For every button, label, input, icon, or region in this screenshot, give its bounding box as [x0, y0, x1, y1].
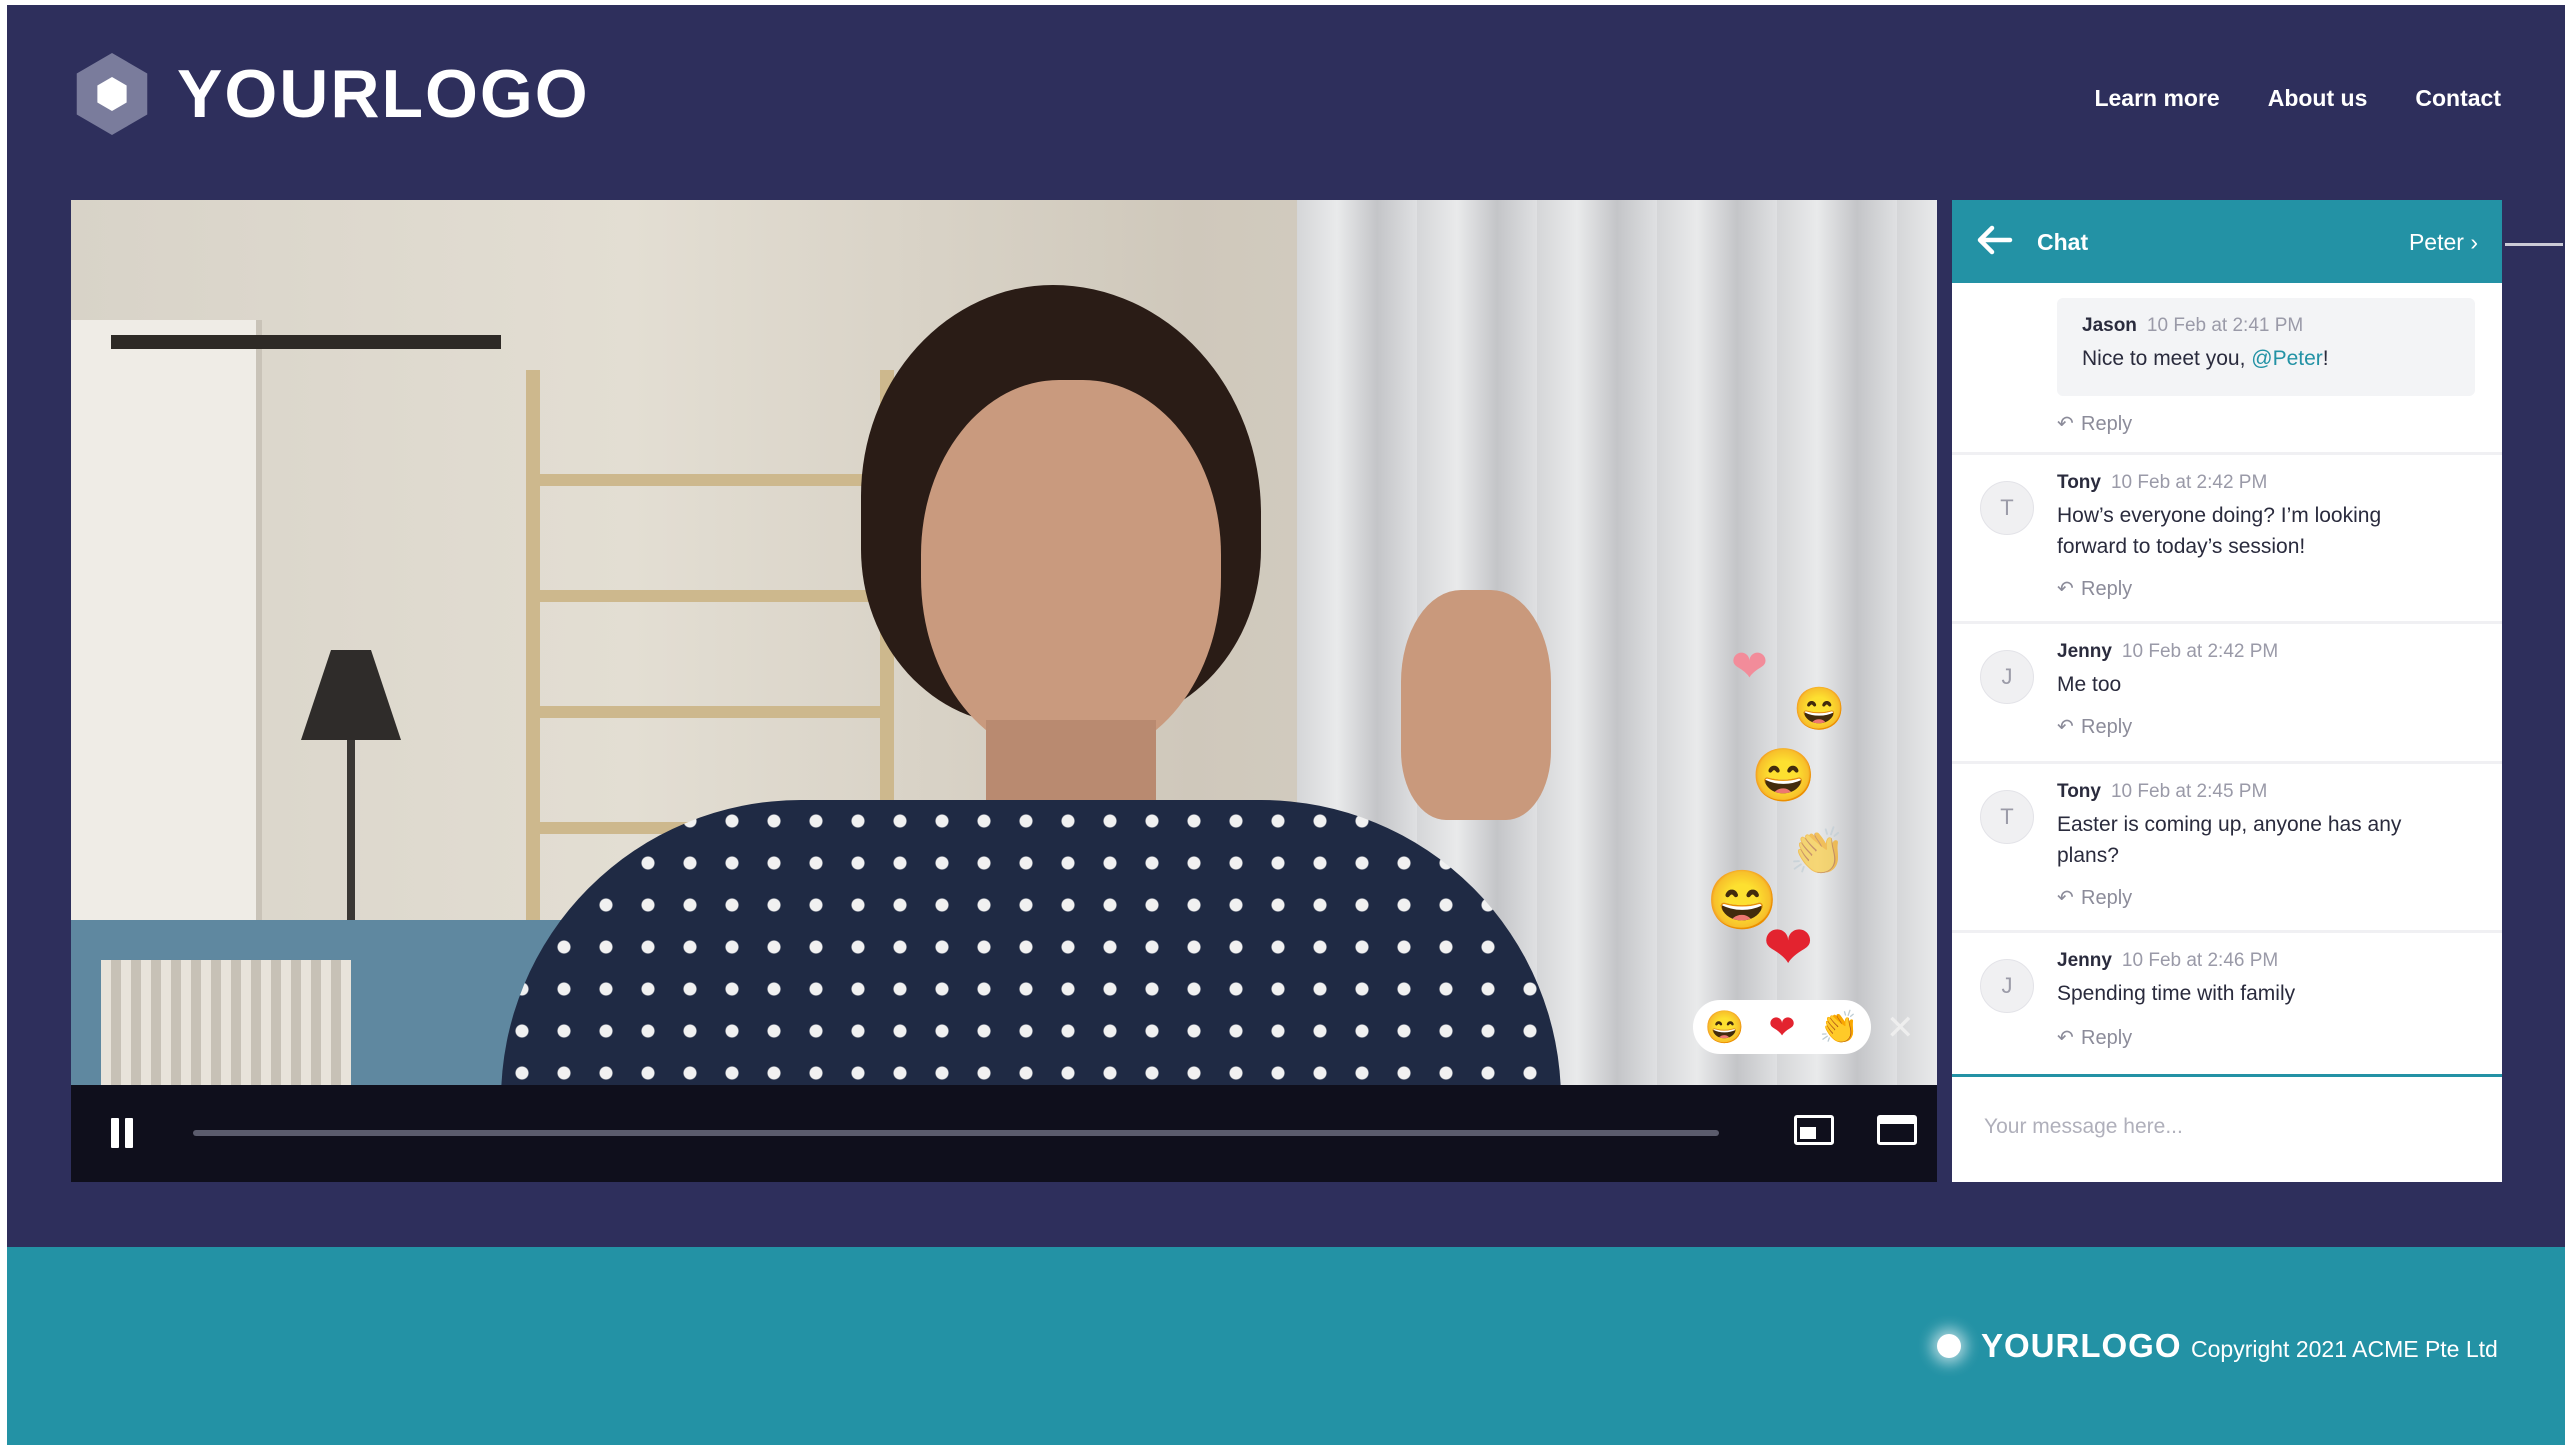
input-divider	[1952, 1074, 2502, 1077]
reply-icon: ↶	[2057, 578, 2074, 600]
footer: YOURLOGO Copyright 2021 ACME Pte Ltd	[7, 1247, 2565, 1445]
avatar: J	[1980, 650, 2034, 704]
chat-peer-selector[interactable]: Peter ›	[2409, 229, 2478, 256]
logo-hexagon-icon	[76, 53, 148, 135]
video-frame-door	[71, 320, 262, 940]
floating-heart-icon: ❤	[1731, 642, 1768, 691]
chat-message: J Jenny 10 Feb at 2:46 PM Spending time w…	[1952, 933, 2502, 1074]
chat-header: Chat Peter ›	[1952, 200, 2502, 283]
message-author: Jenny	[2057, 641, 2112, 662]
reply-button[interactable]: ↶ Reply	[2057, 411, 2132, 436]
message-author: Jason	[2082, 315, 2137, 336]
video-player[interactable]: ❤ 😄 😄 👏 😄 ❤ 😄 ❤ 👏 ✕	[71, 200, 1937, 1182]
main-nav: Learn more About us Contact	[2094, 85, 2501, 112]
close-icon[interactable]: ✕	[1886, 1008, 1915, 1048]
video-frame-person-face	[921, 380, 1221, 760]
reaction-picker: 😄 ❤ 👏	[1693, 1000, 1871, 1054]
pause-icon[interactable]	[111, 1118, 137, 1148]
message-input[interactable]	[1982, 1106, 2476, 1148]
message-meta: Tony 10 Feb at 2:45 PM	[2057, 781, 2267, 803]
clapping-hands-icon[interactable]: 👏	[1819, 1008, 1859, 1046]
fullscreen-icon[interactable]	[1877, 1115, 1917, 1145]
footer-logo[interactable]: YOURLOGO	[1937, 1327, 2182, 1365]
message-time: 10 Feb at 2:41 PM	[2146, 315, 2304, 336]
smiley-icon[interactable]: 😄	[1705, 1008, 1745, 1046]
chat-message: T Tony 10 Feb at 2:42 PM How’s everyone d…	[1952, 455, 2502, 621]
reply-button[interactable]: ↶ Reply	[2057, 1025, 2132, 1050]
message-text: How’s everyone doing? I’m looking forwar…	[2057, 504, 2382, 558]
chat-message: J Jenny 10 Feb at 2:42 PM Me too ↶ Reply	[1952, 624, 2502, 761]
reply-button[interactable]: ↶ Reply	[2057, 714, 2132, 739]
logo-text: YOURLOGO	[177, 56, 590, 132]
message-time: 10 Feb at 2:42 PM	[2110, 472, 2268, 493]
reply-icon: ↶	[2057, 716, 2074, 738]
avatar: J	[1980, 959, 2034, 1013]
reply-icon: ↶	[2057, 887, 2074, 909]
chat-message: Jason 10 Feb at 2:41 PM Nice to meet you,…	[1952, 283, 2502, 452]
floating-smiley-icon: 😄	[1751, 747, 1816, 805]
reply-icon: ↶	[2057, 1027, 2074, 1049]
reply-button[interactable]: ↶ Reply	[2057, 576, 2132, 601]
decorative-line	[2505, 243, 2563, 246]
video-frame-person-hand	[1401, 590, 1551, 820]
message-author: Jenny	[2057, 950, 2112, 971]
nav-about-us[interactable]: About us	[2268, 85, 2368, 112]
back-arrow-icon[interactable]	[1972, 218, 2016, 262]
nav-contact[interactable]: Contact	[2415, 85, 2501, 112]
heart-icon[interactable]: ❤	[1769, 1008, 1796, 1046]
avatar: T	[1980, 481, 2034, 535]
message-text: Nice to meet you, @Peter!	[2082, 347, 2329, 370]
message-meta: Jason 10 Feb at 2:41 PM	[2082, 315, 2303, 337]
floating-clap-icon: 👏	[1789, 825, 1847, 877]
chevron-right-icon: ›	[2470, 229, 2478, 255]
message-meta: Jenny 10 Feb at 2:46 PM	[2057, 950, 2278, 972]
video-frame-pillow	[101, 960, 351, 1085]
chat-peer-name: Peter	[2408, 229, 2464, 255]
floating-heart-icon: ❤	[1763, 914, 1814, 981]
nav-learn-more[interactable]: Learn more	[2094, 85, 2219, 112]
message-meta: Tony 10 Feb at 2:42 PM	[2057, 472, 2267, 494]
progress-bar[interactable]	[193, 1130, 1719, 1136]
chat-panel: Chat Peter › Jason 10 Feb at 2:41 PM Nice…	[1952, 200, 2502, 1182]
header-logo[interactable]: YOURLOGO	[71, 53, 590, 135]
mention-link[interactable]: @Peter	[2251, 347, 2323, 370]
message-author: Tony	[2057, 781, 2101, 802]
message-author: Tony	[2057, 472, 2101, 493]
copyright-text: Copyright 2021 ACME Pte Ltd	[2191, 1336, 2498, 1362]
video-controls	[71, 1085, 1937, 1182]
avatar: T	[1980, 790, 2034, 844]
video-frame-rail	[111, 335, 501, 349]
footer-logo-text: YOURLOGO	[1981, 1327, 2182, 1364]
chat-message: T Tony 10 Feb at 2:45 PM Easter is coming…	[1952, 764, 2502, 930]
reply-icon: ↶	[2057, 413, 2074, 435]
page: YOURLOGO Learn more About us Contact ❤ 😄…	[7, 5, 2565, 1445]
logo-glow-icon	[1937, 1334, 1961, 1358]
chat-title: Chat	[2037, 229, 2089, 255]
message-time: 10 Feb at 2:46 PM	[2121, 950, 2279, 971]
message-text: Me too	[2057, 673, 2122, 696]
message-meta: Jenny 10 Feb at 2:42 PM	[2057, 641, 2278, 663]
message-time: 10 Feb at 2:42 PM	[2121, 641, 2279, 662]
message-time: 10 Feb at 2:45 PM	[2110, 781, 2268, 802]
message-text: Easter is coming up, anyone has any plan…	[2057, 813, 2402, 867]
picture-in-picture-icon[interactable]	[1794, 1115, 1834, 1145]
message-text: Spending time with family	[2057, 982, 2296, 1005]
floating-smiley-icon: 😄	[1793, 685, 1846, 732]
reply-button[interactable]: ↶ Reply	[2057, 885, 2132, 910]
